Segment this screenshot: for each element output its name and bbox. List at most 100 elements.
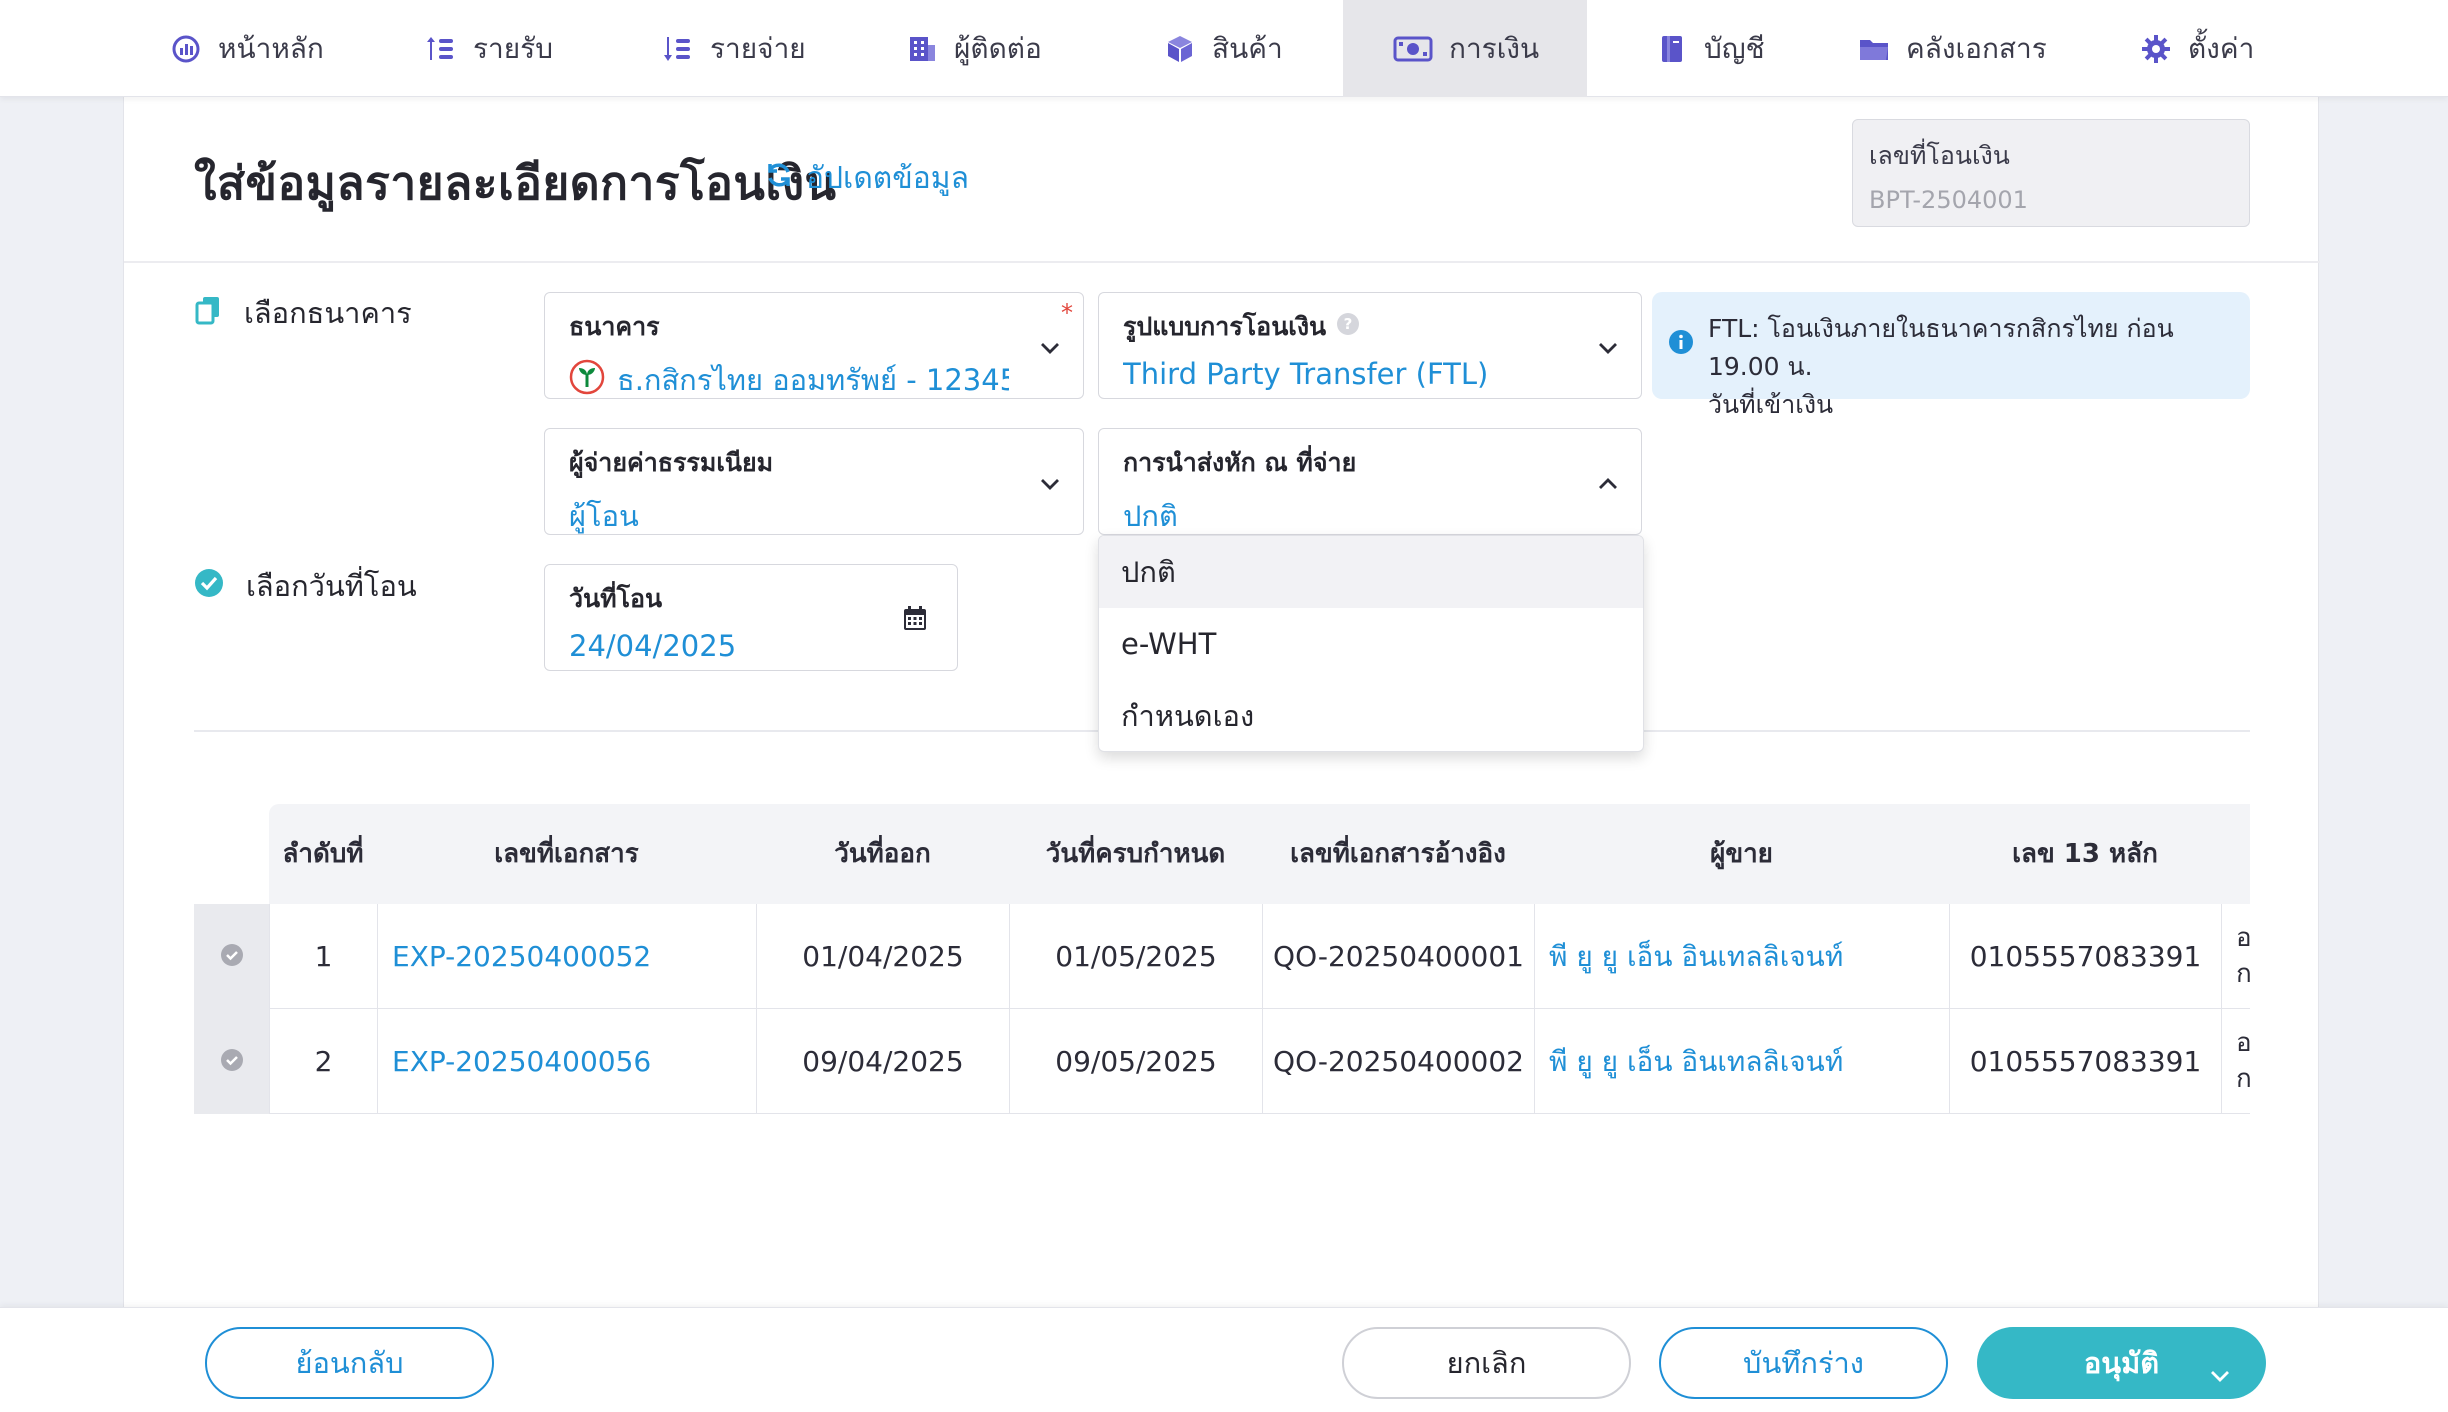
nav-item-label: รายรับ bbox=[473, 31, 553, 65]
column-header-issue-date: วันที่ออก bbox=[834, 839, 931, 869]
ledger-book-icon bbox=[1656, 33, 1688, 65]
transfer-date-value: 24/04/2025 bbox=[569, 629, 737, 663]
cell-reference: QO-20250400002 bbox=[1262, 1009, 1534, 1114]
refresh-label: อัปเดตข้อมูล bbox=[806, 161, 969, 196]
dropdown-option-normal[interactable]: ปกติ bbox=[1099, 536, 1643, 608]
kbank-logo-icon bbox=[569, 359, 605, 402]
cell-no: 1 bbox=[269, 904, 377, 1009]
withholding-value: ปกติ bbox=[1123, 499, 1178, 533]
cell-doc-number-link[interactable]: EXP-20250400052 bbox=[377, 904, 756, 1009]
column-header-doc-number: เลขที่เอกสาร bbox=[494, 839, 639, 869]
transfer-type-label-row: รูปแบบการโอนเงิน ? bbox=[1123, 307, 1617, 347]
transfer-date-picker[interactable]: วันที่โอน 24/04/2025 bbox=[544, 564, 958, 671]
table-row[interactable]: 1 EXP-20250400052 01/04/2025 01/05/2025 … bbox=[194, 904, 2250, 1009]
help-icon[interactable]: ? bbox=[1336, 312, 1360, 342]
dropdown-option-custom[interactable]: กำหนดเอง bbox=[1099, 680, 1643, 751]
transfer-number-box: เลขที่โอนเงิน BPT-2504001 bbox=[1852, 119, 2250, 227]
nav-item-label: บัญชี bbox=[1704, 31, 1765, 65]
cell-vendor-link[interactable]: พี ยู ยู เอ็น อินเทลลิเจนท์ bbox=[1534, 1009, 1949, 1114]
nav-item-label: ตั้งค่า bbox=[2188, 31, 2255, 65]
product-box-icon bbox=[1164, 33, 1196, 65]
transfer-detail-card: ใส่ข้อมูลรายละเอียดการโอนเงิน อัปเดตข้อม… bbox=[123, 97, 2320, 1307]
documents-table: ลำดับที่ เลขที่เอกสาร วันที่ออก วันที่คร… bbox=[194, 804, 2250, 1117]
nav-item-home[interactable]: หน้าหลัก bbox=[170, 0, 324, 97]
row-checkbox[interactable] bbox=[194, 1009, 269, 1114]
nav-item-label: คลังเอกสาร bbox=[1906, 31, 2047, 65]
copy-documents-icon bbox=[194, 295, 222, 332]
cancel-button[interactable]: ยกเลิก bbox=[1342, 1327, 1631, 1399]
refresh-icon bbox=[764, 160, 794, 198]
withholding-select[interactable]: การนำส่งหัก ณ ที่จ่าย ปกติ bbox=[1098, 428, 1642, 535]
table-header: ลำดับที่ เลขที่เอกสาร วันที่ออก วันที่คร… bbox=[269, 804, 2250, 904]
withholding-label: การนำส่งหัก ณ ที่จ่าย bbox=[1123, 448, 1357, 477]
expense-list-icon bbox=[662, 33, 694, 65]
chevron-down-icon bbox=[1597, 340, 1619, 354]
dashboard-icon bbox=[170, 33, 202, 65]
nav-item-income[interactable]: รายรับ bbox=[425, 0, 553, 97]
nav-item-finance[interactable]: การเงิน bbox=[1343, 0, 1587, 97]
section-select-date-label: เลือกวันที่โอน bbox=[246, 569, 417, 603]
column-header-reference: เลขที่เอกสารอ้างอิง bbox=[1290, 839, 1506, 869]
nav-item-contacts[interactable]: ผู้ติดต่อ bbox=[906, 0, 1042, 97]
cell-truncated: อ ก bbox=[2221, 1009, 2250, 1114]
gear-icon bbox=[2140, 33, 2172, 65]
nav-item-products[interactable]: สินค้า bbox=[1164, 0, 1283, 97]
chevron-down-icon[interactable] bbox=[2210, 1356, 2230, 1390]
nav-item-label: รายจ่าย bbox=[710, 31, 806, 65]
transfer-info-box: FTL: โอนเงินภายในธนาคารกสิกรไทย ก่อน 19.… bbox=[1652, 292, 2250, 419]
nav-item-label: หน้าหลัก bbox=[218, 31, 324, 65]
info-icon bbox=[1668, 328, 1694, 354]
transfer-type-select[interactable]: รูปแบบการโอนเงิน ? Third Party Transfer … bbox=[1098, 292, 1642, 399]
cell-vendor-link[interactable]: พี ยู ยู เอ็น อินเทลลิเจนท์ bbox=[1534, 904, 1949, 1009]
save-draft-button[interactable]: บันทึกร่าง bbox=[1659, 1327, 1948, 1399]
fee-payer-label: ผู้จ่ายค่าธรรมเนียม bbox=[569, 448, 774, 477]
nav-item-documents[interactable]: คลังเอกสาร bbox=[1858, 0, 2047, 97]
cell-truncated-line-1: อ bbox=[2236, 1025, 2250, 1061]
column-header-no: ลำดับที่ bbox=[282, 839, 364, 869]
dropdown-option-ewht[interactable]: e-WHT bbox=[1099, 608, 1643, 680]
column-header-tax-id: เลข 13 หลัก bbox=[2012, 839, 2158, 869]
nav-item-accounting[interactable]: บัญชี bbox=[1656, 0, 1765, 97]
cell-due-date: 09/05/2025 bbox=[1009, 1009, 1262, 1114]
column-header-due-date: วันที่ครบกำหนด bbox=[1045, 839, 1226, 869]
bank-select-label: ธนาคาร bbox=[569, 312, 660, 341]
cell-due-date: 01/05/2025 bbox=[1009, 904, 1262, 1009]
transfer-type-label: รูปแบบการโอนเงิน bbox=[1123, 312, 1327, 341]
income-list-icon bbox=[425, 33, 457, 65]
cell-truncated-line-2: ก bbox=[2236, 1061, 2250, 1097]
required-mark: * bbox=[1061, 299, 1073, 327]
transfer-type-value: Third Party Transfer (FTL) bbox=[1123, 357, 1489, 391]
finance-money-icon bbox=[1393, 33, 1433, 65]
title-row: ใส่ข้อมูลรายละเอียดการโอนเงิน อัปเดตข้อม… bbox=[124, 97, 2320, 263]
cell-doc-number-link[interactable]: EXP-20250400056 bbox=[377, 1009, 756, 1114]
row-checkbox[interactable] bbox=[194, 904, 269, 1009]
column-header-vendor: ผู้ขาย bbox=[1710, 839, 1773, 869]
nav-item-label: การเงิน bbox=[1449, 31, 1540, 65]
bank-select[interactable]: * ธนาคาร ธ.กสิกรไทย ออมทรัพย์ - 12345... bbox=[544, 292, 1084, 399]
refresh-data-link[interactable]: อัปเดตข้อมูล bbox=[764, 155, 969, 202]
check-circle-icon bbox=[220, 943, 244, 971]
transfer-number-label: เลขที่โอนเงิน bbox=[1869, 141, 2010, 170]
transfer-date-label: วันที่โอน bbox=[569, 584, 663, 613]
bank-select-value: ธ.กสิกรไทย ออมทรัพย์ - 12345... bbox=[617, 363, 1009, 397]
nav-item-expense[interactable]: รายจ่าย bbox=[662, 0, 806, 97]
cell-issue-date: 01/04/2025 bbox=[756, 904, 1009, 1009]
approve-button[interactable]: อนุมัติ bbox=[1977, 1327, 2266, 1399]
chevron-up-icon bbox=[1597, 476, 1619, 490]
bank-select-value-row: ธ.กสิกรไทย ออมทรัพย์ - 12345... bbox=[569, 357, 1009, 403]
cell-reference: QO-20250400001 bbox=[1262, 904, 1534, 1009]
cell-truncated-line-2: ก bbox=[2236, 956, 2250, 992]
back-button[interactable]: ย้อนกลับ bbox=[205, 1327, 494, 1399]
chevron-down-icon bbox=[1039, 340, 1061, 354]
info-line-1: FTL: โอนเงินภายในธนาคารกสิกรไทย ก่อน 19.… bbox=[1708, 314, 2174, 381]
cell-tax-id: 0105557083391 bbox=[1949, 904, 2221, 1009]
cell-tax-id: 0105557083391 bbox=[1949, 1009, 2221, 1114]
cell-issue-date: 09/04/2025 bbox=[756, 1009, 1009, 1114]
nav-item-label: สินค้า bbox=[1212, 31, 1283, 65]
fee-payer-select[interactable]: ผู้จ่ายค่าธรรมเนียม ผู้โอน bbox=[544, 428, 1084, 535]
table-row[interactable]: 2 EXP-20250400056 09/04/2025 09/05/2025 … bbox=[194, 1009, 2250, 1114]
nav-item-label: ผู้ติดต่อ bbox=[954, 31, 1042, 65]
chevron-down-icon bbox=[1039, 476, 1061, 490]
calendar-icon bbox=[903, 605, 927, 635]
nav-item-settings[interactable]: ตั้งค่า bbox=[2140, 0, 2254, 97]
